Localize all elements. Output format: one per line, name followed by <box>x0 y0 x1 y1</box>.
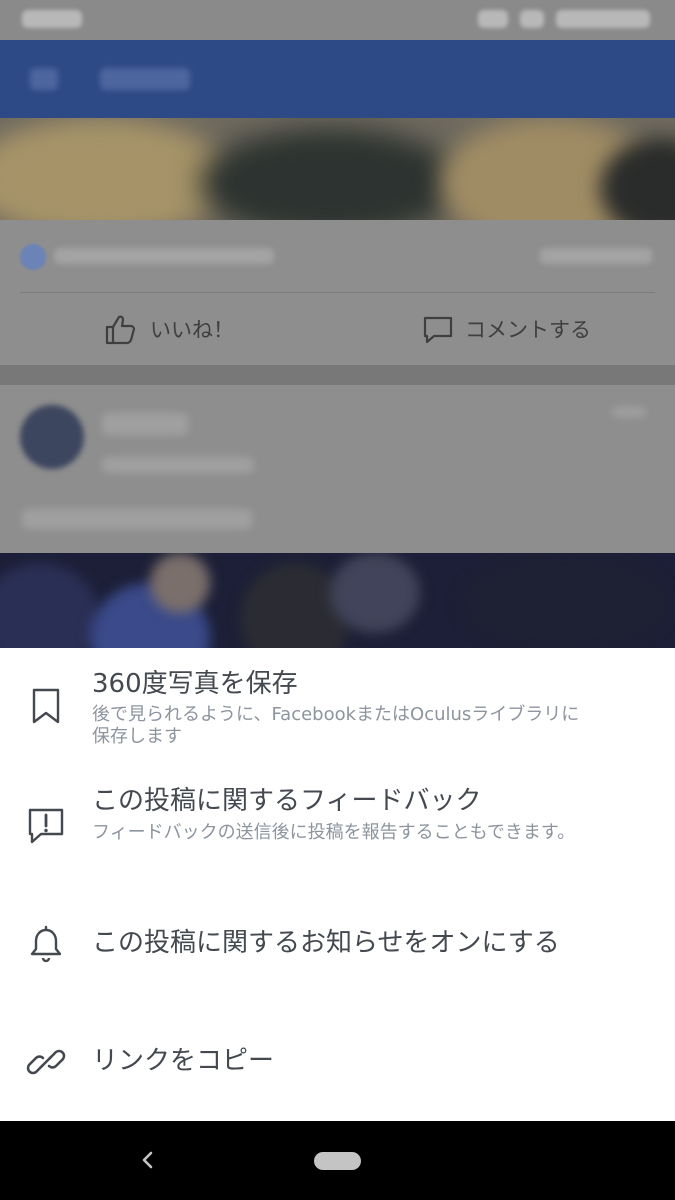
status-battery-blurred <box>556 10 650 28</box>
like-button: いいね！ <box>104 293 234 365</box>
comment-count-blurred <box>540 248 652 264</box>
avatar <box>20 405 84 469</box>
post-photo-blurred <box>0 118 675 220</box>
menu-item-save-360-photo[interactable]: 360度写真を保存 後で見られるように、FacebookまたはOculusライブ… <box>0 648 675 763</box>
more-options-icon <box>612 407 646 417</box>
360-video-preview <box>0 553 675 648</box>
menu-item-title: 360度写真を保存 <box>92 669 298 699</box>
post-text-blurred <box>22 509 252 529</box>
link-icon <box>26 1049 66 1075</box>
author-name-blurred <box>102 413 188 435</box>
post-time-blurred <box>102 457 254 473</box>
feedback-icon <box>28 808 64 844</box>
bell-icon <box>30 925 62 963</box>
status-icon-blurred <box>520 10 544 28</box>
menu-item-turn-on-notifications[interactable]: この投稿に関するお知らせをオンにする <box>0 884 675 1002</box>
post-reactions-row <box>0 220 675 292</box>
back-icon[interactable] <box>136 1146 160 1174</box>
post-card: いいね！ コメントする <box>0 220 675 365</box>
app-top-bar <box>0 40 675 118</box>
status-icon-blurred <box>478 10 508 28</box>
bookmark-icon <box>32 688 60 724</box>
comment-label: コメントする <box>465 318 591 342</box>
comment-button: コメントする <box>421 293 591 365</box>
like-label: いいね！ <box>150 318 234 342</box>
next-post-card <box>0 385 675 553</box>
menu-item-title: この投稿に関するフィードバック <box>92 786 482 816</box>
menu-item-subtitle: 後で見られるように、FacebookまたはOculusライブラリに保存します <box>92 704 580 747</box>
status-time-blurred <box>22 10 82 28</box>
menu-item-subtitle: フィードバックの送信後に投稿を報告することもできます。 <box>92 822 576 843</box>
system-navigation-bar <box>0 1121 675 1200</box>
post-options-sheet: 360度写真を保存 後で見られるように、FacebookまたはOculusライブ… <box>0 648 675 1121</box>
feed-separator <box>0 365 675 385</box>
like-reaction-icon <box>20 244 46 270</box>
background-feed: いいね！ コメントする <box>0 0 675 648</box>
menu-item-feedback[interactable]: この投稿に関するフィードバック フィードバックの送信後に投稿を報告することもでき… <box>0 766 675 884</box>
menu-item-copy-link[interactable]: リンクをコピー <box>0 1002 675 1120</box>
thumbs-up-icon <box>105 315 136 345</box>
menu-item-title: リンクをコピー <box>92 1046 275 1076</box>
reaction-names-blurred <box>54 248 274 264</box>
search-field-blurred <box>100 68 190 90</box>
post-actions: いいね！ コメントする <box>0 293 675 365</box>
comment-icon <box>423 316 453 344</box>
home-button[interactable] <box>314 1152 361 1170</box>
camera-icon <box>30 68 58 90</box>
menu-item-title: この投稿に関するお知らせをオンにする <box>92 928 560 958</box>
status-bar <box>0 0 675 40</box>
